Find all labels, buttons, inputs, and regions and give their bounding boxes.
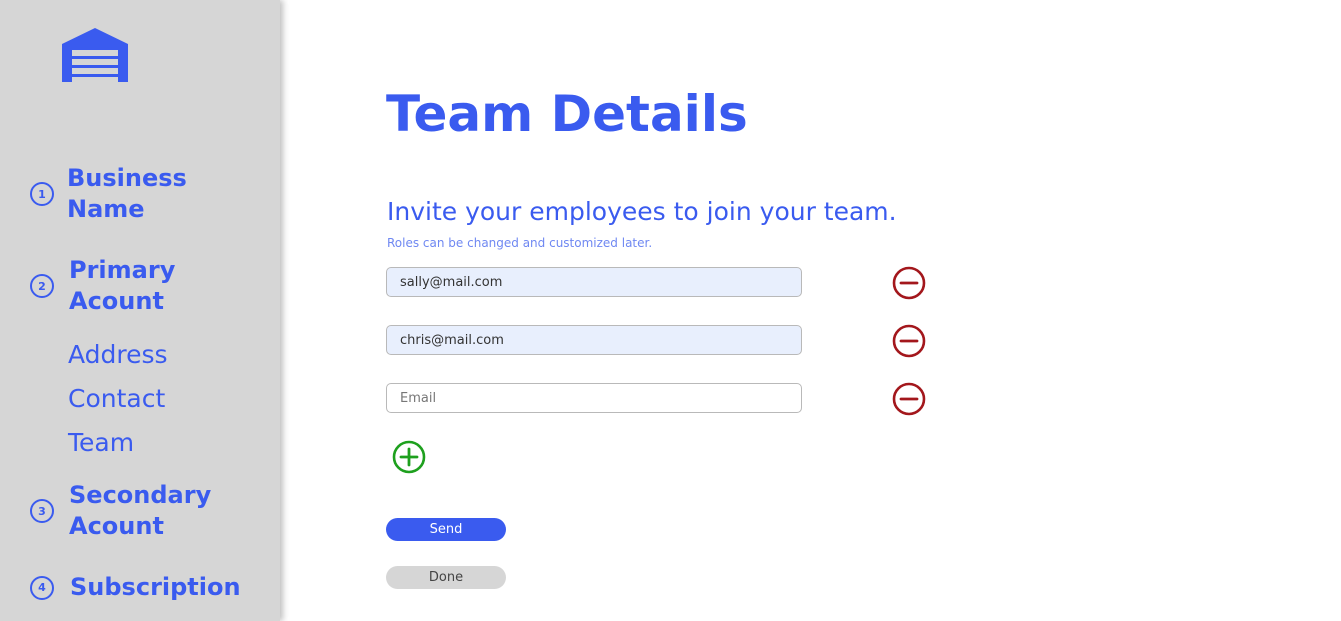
substep-address[interactable]: Address bbox=[68, 340, 168, 370]
step-number: 1 bbox=[30, 182, 54, 206]
minus-circle-icon[interactable] bbox=[892, 382, 926, 416]
email-field[interactable] bbox=[386, 383, 802, 413]
hint-text: Roles can be changed and customized late… bbox=[387, 236, 653, 250]
minus-circle-icon[interactable] bbox=[892, 266, 926, 300]
page-title: Team Details bbox=[386, 85, 748, 143]
step-label: Business Name bbox=[67, 164, 187, 223]
step-primary-account[interactable]: 2 Primary Acount bbox=[30, 255, 250, 317]
substep-team[interactable]: Team bbox=[68, 428, 134, 458]
step-secondary-account[interactable]: 3 Secondary Acount bbox=[30, 480, 260, 542]
garage-icon bbox=[62, 28, 128, 82]
step-number: 2 bbox=[30, 274, 54, 298]
minus-circle-icon[interactable] bbox=[892, 324, 926, 358]
email-row bbox=[386, 266, 946, 300]
plus-circle-icon[interactable] bbox=[392, 440, 426, 474]
email-row bbox=[386, 324, 946, 358]
send-button[interactable]: Send bbox=[386, 518, 506, 541]
subtitle: Invite your employees to join your team. bbox=[387, 197, 897, 226]
step-number: 4 bbox=[30, 575, 54, 600]
email-row bbox=[386, 382, 946, 416]
sidebar: 1 Business Name 2 Primary Acount Address… bbox=[0, 0, 280, 621]
step-number: 3 bbox=[30, 499, 54, 523]
step-business-name[interactable]: 1 Business Name bbox=[30, 163, 250, 225]
done-button[interactable]: Done bbox=[386, 566, 506, 589]
email-field[interactable] bbox=[386, 267, 802, 297]
step-label: Subscription bbox=[70, 573, 241, 601]
substep-contact[interactable]: Contact bbox=[68, 384, 165, 414]
step-label: Secondary Acount bbox=[69, 481, 212, 540]
step-subscription[interactable]: 4 Subscription bbox=[30, 572, 270, 603]
step-label: Primary Acount bbox=[69, 256, 176, 315]
email-field[interactable] bbox=[386, 325, 802, 355]
